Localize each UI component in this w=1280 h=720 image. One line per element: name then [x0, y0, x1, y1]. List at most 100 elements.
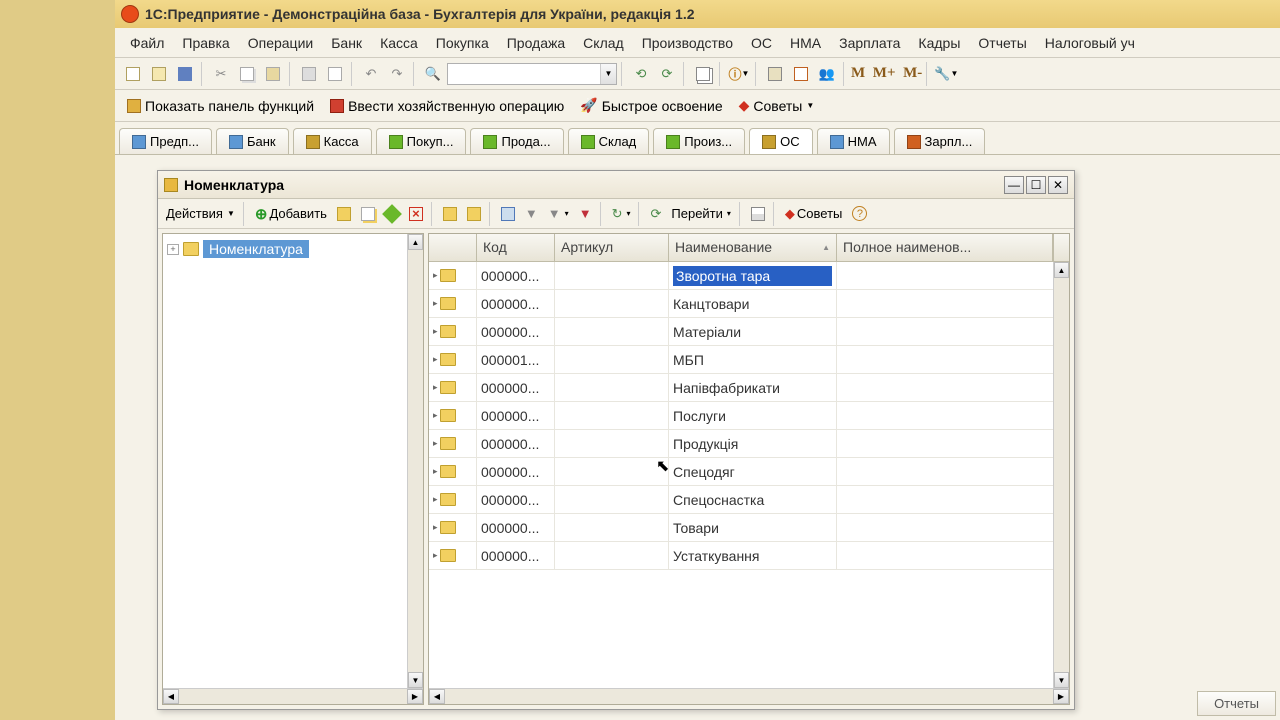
copy-item-button[interactable]	[357, 203, 379, 225]
quick-start-button[interactable]: 🚀 Быстрое освоение	[574, 95, 728, 116]
menu-item-7[interactable]: Склад	[574, 31, 633, 55]
redo-icon[interactable]: ↷	[385, 62, 409, 86]
move-out-button[interactable]	[463, 203, 485, 225]
cut-icon[interactable]: ✂	[209, 62, 233, 86]
tree-vscroll[interactable]: ▲ ▼	[407, 234, 423, 688]
table-row[interactable]: ▸000000...Продукція	[429, 430, 1069, 458]
tab-Банк[interactable]: Банк	[216, 128, 289, 154]
menu-item-2[interactable]: Операции	[239, 31, 323, 55]
tree-root-node[interactable]: + Номенклатура	[167, 240, 403, 258]
add-folder-button[interactable]	[333, 203, 355, 225]
close-button[interactable]: ✕	[1048, 176, 1068, 194]
column-fullname[interactable]: Полное наименов...	[837, 234, 1053, 261]
filter1-button[interactable]: ▼	[521, 203, 542, 225]
tab-НМА[interactable]: НМА	[817, 128, 890, 154]
history-button[interactable]: ↻▾	[608, 203, 635, 225]
table-row[interactable]: ▸000000...Канцтовари	[429, 290, 1069, 318]
tab-ОС[interactable]: ОС	[749, 128, 813, 154]
scroll-up-icon[interactable]: ▲	[1054, 262, 1069, 278]
tree-content[interactable]: + Номенклатура	[163, 234, 407, 688]
maximize-button[interactable]: ☐	[1026, 176, 1046, 194]
table-row[interactable]: ▸000000...Спецоснастка	[429, 486, 1069, 514]
scroll-up-icon[interactable]: ▲	[408, 234, 423, 250]
wrench-icon[interactable]: 🔧▼	[934, 62, 958, 86]
scroll-down-icon[interactable]: ▼	[1054, 672, 1069, 688]
menu-item-4[interactable]: Касса	[371, 31, 427, 55]
tab-Прода...[interactable]: Прода...	[470, 128, 563, 154]
list-settings-button[interactable]	[747, 203, 769, 225]
chevron-down-icon[interactable]: ▼	[600, 64, 616, 84]
table-row[interactable]: ▸000001...МБП	[429, 346, 1069, 374]
actions-button[interactable]: Действия▼	[162, 203, 239, 225]
new-doc-icon[interactable]	[121, 62, 145, 86]
menu-item-1[interactable]: Правка	[173, 31, 238, 55]
calc-icon[interactable]	[763, 62, 787, 86]
tab-Предп...[interactable]: Предп...	[119, 128, 212, 154]
expander-icon[interactable]: +	[167, 244, 179, 255]
menu-item-14[interactable]: Налоговый уч	[1036, 31, 1144, 55]
windows-icon[interactable]	[691, 62, 715, 86]
search-combo[interactable]: ▼	[447, 63, 617, 85]
save-doc-icon[interactable]	[173, 62, 197, 86]
table-row[interactable]: ▸000000...Матеріали	[429, 318, 1069, 346]
calendar-icon[interactable]	[789, 62, 813, 86]
m-minus-button[interactable]: M-	[903, 65, 922, 82]
menu-item-8[interactable]: Производство	[633, 31, 742, 55]
m-button[interactable]: M	[851, 65, 865, 82]
open-doc-icon[interactable]	[147, 62, 171, 86]
filter2-button[interactable]: ▼▾	[544, 203, 573, 225]
menu-item-10[interactable]: НМА	[781, 31, 830, 55]
table-row[interactable]: ▸000000...Зворотна тара	[429, 262, 1069, 290]
info-icon[interactable]: ⓘ▼	[727, 62, 751, 86]
scroll-right-icon[interactable]: ▶	[1053, 689, 1069, 704]
column-code[interactable]: Код	[477, 234, 555, 261]
column-article[interactable]: Артикул	[555, 234, 669, 261]
nav-back-icon[interactable]: ⟲	[629, 62, 653, 86]
column-name[interactable]: Наименование	[669, 234, 837, 261]
tab-Покуп...[interactable]: Покуп...	[376, 128, 467, 154]
tab-Склад[interactable]: Склад	[568, 128, 650, 154]
hierarchy-button[interactable]	[497, 203, 519, 225]
move-button[interactable]	[439, 203, 461, 225]
scroll-right-icon[interactable]: ▶	[407, 689, 423, 704]
search-icon[interactable]: 🔍	[421, 62, 445, 86]
column-icon[interactable]	[429, 234, 477, 261]
tree-hscroll[interactable]: ◀ ▶	[163, 688, 423, 704]
table-row[interactable]: ▸000000...Напівфабрикати	[429, 374, 1069, 402]
tab-Зарпл...[interactable]: Зарпл...	[894, 128, 986, 154]
go-button[interactable]: Перейти▾	[667, 203, 735, 225]
minimize-button[interactable]: —	[1004, 176, 1024, 194]
refresh-button[interactable]: ⟳	[646, 203, 665, 225]
tab-Касса[interactable]: Касса	[293, 128, 372, 154]
table-row[interactable]: ▸000000...Спецодяг	[429, 458, 1069, 486]
m-plus-button[interactable]: M+	[873, 65, 896, 82]
menu-item-11[interactable]: Зарплата	[830, 31, 909, 55]
filter-clear-button[interactable]: ▼	[575, 203, 596, 225]
reports-button[interactable]: Отчеты	[1197, 691, 1276, 716]
menu-item-6[interactable]: Продажа	[498, 31, 574, 55]
win-tips-button[interactable]: ◆Советы	[781, 203, 846, 225]
edit-button[interactable]	[381, 203, 403, 225]
enter-operation-button[interactable]: Ввести хозяйственную операцию	[324, 96, 570, 116]
scroll-down-icon[interactable]: ▼	[408, 672, 423, 688]
show-functions-panel-button[interactable]: Показать панель функций	[121, 96, 320, 116]
delete-button[interactable]: ×	[405, 203, 427, 225]
users-icon[interactable]: 👥	[815, 62, 839, 86]
menu-item-0[interactable]: Файл	[121, 31, 173, 55]
scroll-left-icon[interactable]: ◀	[163, 689, 179, 704]
table-row[interactable]: ▸000000...Товари	[429, 514, 1069, 542]
menu-item-3[interactable]: Банк	[322, 31, 371, 55]
menu-item-9[interactable]: ОС	[742, 31, 781, 55]
copy-icon[interactable]	[235, 62, 259, 86]
tab-Произ...[interactable]: Произ...	[653, 128, 745, 154]
table-hscroll[interactable]: ◀ ▶	[429, 688, 1069, 704]
menu-item-5[interactable]: Покупка	[427, 31, 498, 55]
table-vscroll[interactable]: ▲ ▼	[1053, 262, 1069, 688]
scroll-left-icon[interactable]: ◀	[429, 689, 445, 704]
table-row[interactable]: ▸000000...Устаткування	[429, 542, 1069, 570]
help-button[interactable]: ?	[848, 203, 871, 225]
paste-icon[interactable]	[261, 62, 285, 86]
print-icon[interactable]	[297, 62, 321, 86]
undo-icon[interactable]: ↶	[359, 62, 383, 86]
tips-button[interactable]: ◆ Советы ▼	[733, 95, 821, 116]
